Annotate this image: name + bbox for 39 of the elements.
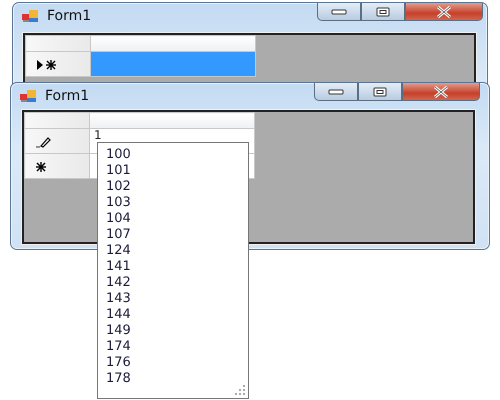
maximize-button[interactable] [358, 83, 402, 101]
list-item[interactable]: 102 [98, 179, 248, 195]
list-item[interactable]: 142 [98, 275, 248, 291]
minimize-button[interactable] [314, 83, 358, 101]
minimize-icon [331, 8, 347, 14]
close-icon [433, 86, 449, 98]
minimize-button[interactable] [317, 3, 361, 21]
list-item[interactable]: 141 [98, 259, 248, 275]
list-item[interactable]: 107 [98, 227, 248, 243]
minimize-icon [328, 88, 344, 94]
maximize-icon [373, 86, 387, 96]
list-item[interactable]: 143 [98, 291, 248, 307]
corner-header [24, 112, 90, 128]
list-item[interactable]: 124 [98, 243, 248, 259]
close-button[interactable] [405, 3, 483, 21]
pencil-icon [35, 136, 51, 148]
new-row-icon [35, 160, 47, 173]
window-title: Form1 [45, 86, 90, 106]
grid-cell[interactable] [90, 52, 256, 76]
list-item[interactable]: 103 [98, 195, 248, 211]
resize-grip-icon [234, 384, 246, 396]
list-item[interactable]: 144 [98, 307, 248, 323]
close-icon [436, 6, 452, 18]
row-header[interactable] [26, 52, 90, 76]
list-item[interactable]: 174 [98, 339, 248, 355]
app-icon [21, 8, 39, 24]
list-item[interactable]: 176 [98, 355, 248, 371]
list-item[interactable]: 178 [98, 371, 248, 387]
current-row-icon [36, 58, 58, 71]
list-item[interactable]: 104 [98, 211, 248, 227]
row-header[interactable] [24, 154, 90, 178]
corner-header [26, 36, 90, 52]
list-item[interactable]: 149 [98, 323, 248, 339]
maximize-button[interactable] [361, 3, 405, 21]
app-icon [19, 88, 37, 104]
list-item[interactable]: 101 [98, 163, 248, 179]
close-button[interactable] [402, 83, 480, 101]
window-title: Form1 [47, 6, 92, 26]
maximize-icon [376, 6, 390, 16]
